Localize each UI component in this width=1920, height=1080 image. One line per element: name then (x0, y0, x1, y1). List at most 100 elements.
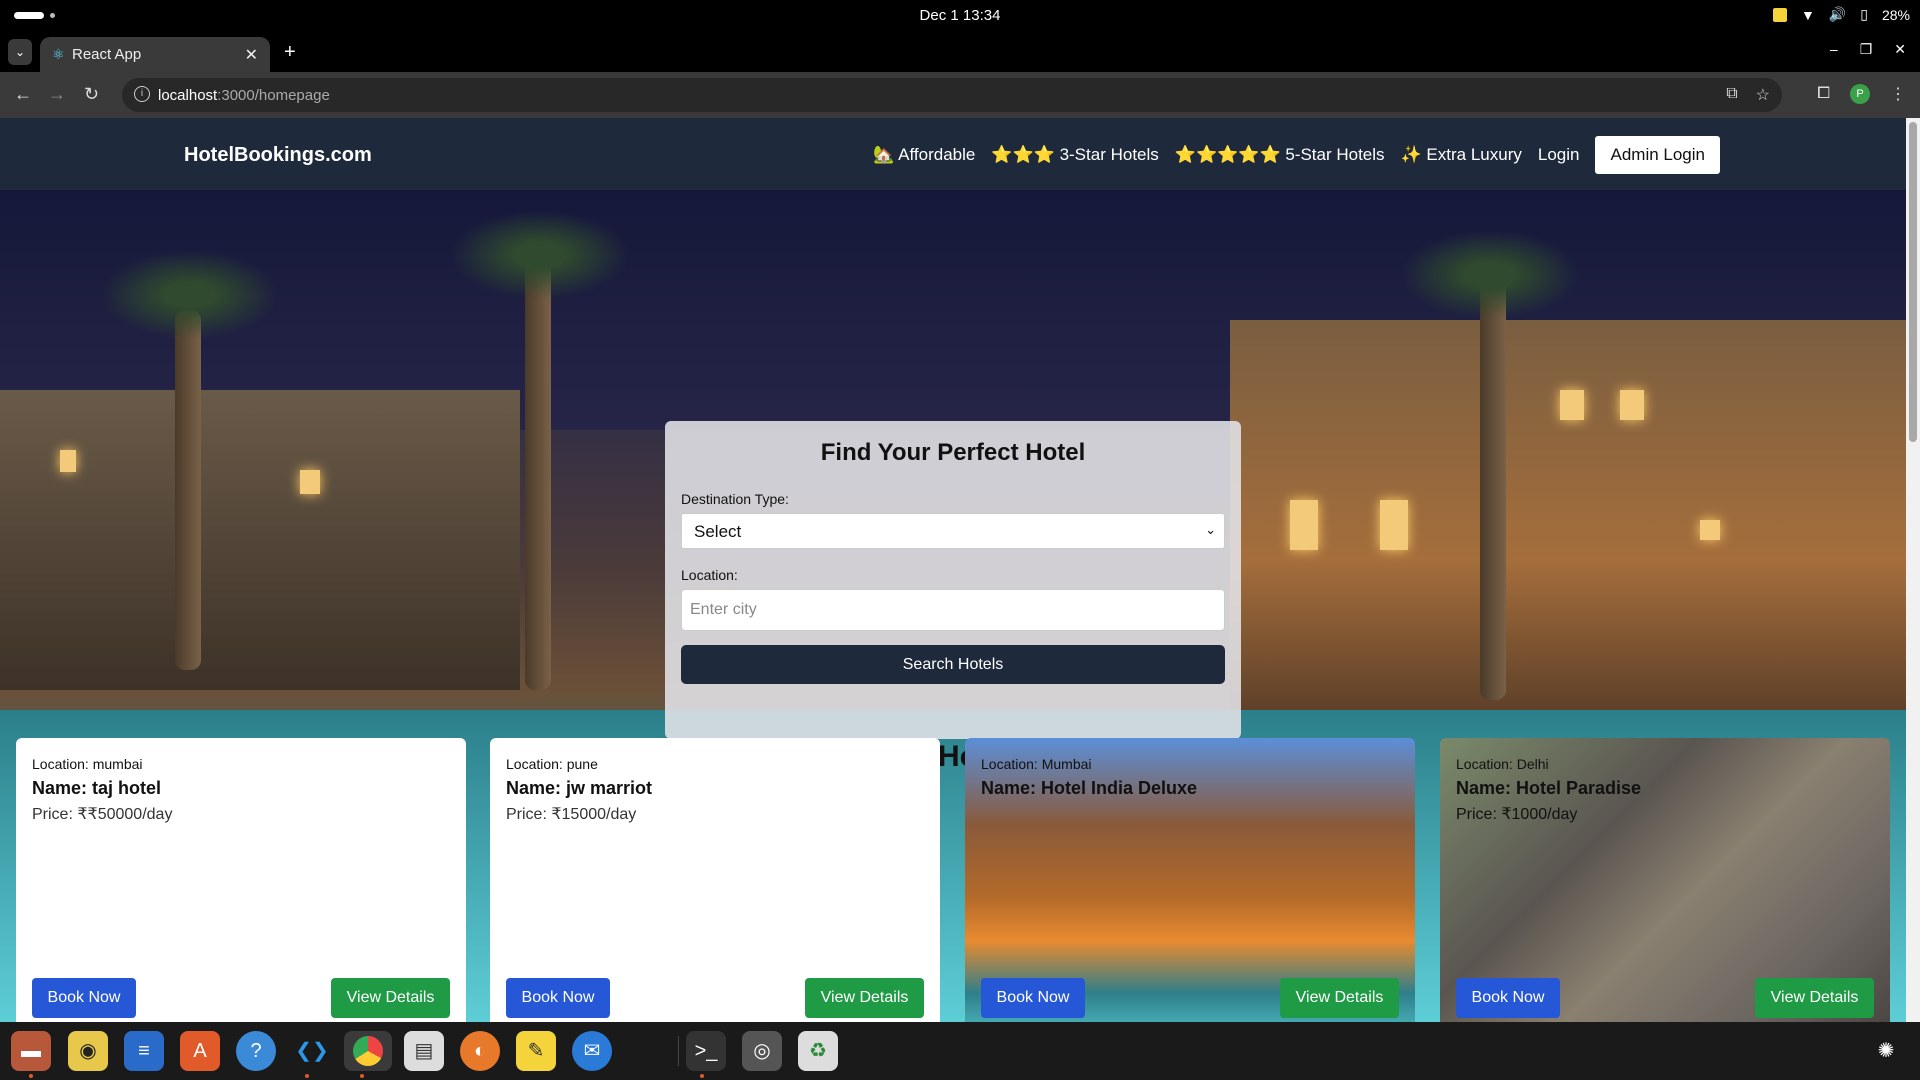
view-details-button[interactable]: View Details (331, 978, 450, 1018)
search-hotels-button[interactable]: Search Hotels (681, 645, 1225, 684)
tab-search-button[interactable]: ⌄ (8, 39, 32, 65)
running-indicator (29, 1074, 33, 1078)
extensions-icon[interactable]: ⧠ (1817, 85, 1830, 103)
view-details-button[interactable]: View Details (1755, 978, 1874, 1018)
help-icon[interactable]: ? (236, 1031, 276, 1071)
hero-light (1560, 390, 1584, 420)
clock[interactable]: Dec 1 13:34 (0, 7, 1920, 24)
book-now-button[interactable]: Book Now (32, 978, 136, 1018)
profile-avatar[interactable]: P (1850, 84, 1870, 104)
nav-extra-luxury[interactable]: ✨ Extra Luxury (1401, 145, 1522, 165)
battery-icon[interactable]: ▯ (1860, 6, 1868, 23)
hotel-name: Name: taj hotel (32, 778, 162, 798)
minimize-icon[interactable]: – (1830, 41, 1838, 58)
writer-icon[interactable]: ≡ (124, 1031, 164, 1071)
taskbar-separator (678, 1036, 679, 1066)
firefox-icon[interactable]: ◐ (460, 1031, 500, 1071)
notes-icon[interactable] (1772, 7, 1787, 22)
hotel-name: Name: jw marriot (506, 778, 653, 798)
hotel-price: Price: ₹1000/day (1456, 806, 1578, 823)
install-app-icon[interactable]: ⧉ (1726, 85, 1737, 105)
chrome-icon[interactable] (344, 1031, 392, 1071)
view-details-button[interactable]: View Details (1280, 978, 1399, 1018)
text-editor-icon[interactable]: ✎ (516, 1031, 556, 1071)
document-viewer-icon[interactable]: ▤ (404, 1031, 444, 1071)
browser-tab-strip: ⌄ ⚛ React App ✕ + – ❐ ✕ (0, 31, 1920, 72)
app-center-icon[interactable]: A (180, 1031, 220, 1071)
address-bar[interactable]: i localhost:3000/homepage ⧉ ☆ (122, 78, 1782, 112)
tab-title: React App (72, 46, 142, 63)
hero-light (1620, 390, 1644, 420)
nav-5-star-hotels[interactable]: ⭐⭐⭐⭐⭐ 5-Star Hotels (1175, 145, 1385, 165)
search-title: Find Your Perfect Hotel (820, 439, 1086, 466)
hero-light (1290, 500, 1318, 550)
destination-type-label: Destination Type: (681, 491, 789, 507)
palm-tree (175, 310, 201, 670)
forward-icon[interactable]: → (48, 84, 66, 105)
tab-close-icon[interactable]: ✕ (245, 45, 258, 65)
palm-frond (450, 210, 630, 300)
trash-icon[interactable]: ♻ (798, 1031, 838, 1071)
browser-tab[interactable]: ⚛ React App ✕ (40, 37, 270, 72)
hero-building-left (0, 390, 520, 690)
wifi-icon[interactable]: ▼ (1801, 7, 1815, 23)
hotel-card: Location: Delhi Name: Hotel Paradise Pri… (1440, 738, 1890, 1022)
terminal-icon[interactable]: >_ (686, 1031, 726, 1071)
disk-icon[interactable]: ◎ (742, 1031, 782, 1071)
restore-icon[interactable]: ❐ (1860, 41, 1873, 58)
nav-login[interactable]: Login (1538, 145, 1580, 165)
hero-light (300, 470, 320, 494)
os-top-bar: Dec 1 13:34 ▼ 🔊 ▯ 28% (0, 0, 1920, 31)
back-icon[interactable]: ← (14, 84, 32, 105)
browser-menu-icon[interactable]: ⋮ (1890, 84, 1906, 104)
search-form-card: Find Your Perfect Hotel Destination Type… (665, 421, 1241, 739)
show-apps-icon[interactable]: ✺ (1866, 1031, 1906, 1071)
files-icon[interactable]: ▬ (11, 1031, 51, 1071)
running-indicator (305, 1074, 309, 1078)
hotel-price: Price: ₹15000/day (506, 806, 637, 823)
running-indicator (700, 1074, 704, 1078)
system-tray[interactable]: ▼ 🔊 ▯ 28% (1772, 6, 1910, 23)
hero-light (60, 450, 76, 472)
site-navbar: HotelBookings.com 🏡 Affordable ⭐⭐⭐ 3-Sta… (0, 118, 1906, 190)
location-input[interactable]: Enter city (681, 589, 1225, 631)
view-details-button[interactable]: View Details (805, 978, 924, 1018)
book-now-button[interactable]: Book Now (1456, 978, 1560, 1018)
book-now-button[interactable]: Book Now (506, 978, 610, 1018)
hotel-name: Name: Hotel India Deluxe (981, 778, 1198, 798)
scrollbar-thumb[interactable] (1909, 122, 1917, 442)
hero-building-right (1230, 320, 1906, 720)
reload-icon[interactable]: ↻ (84, 84, 99, 105)
new-tab-button[interactable]: + (284, 41, 296, 64)
rhythmbox-icon[interactable]: ◉ (68, 1031, 108, 1071)
hotel-location: Location: Mumbai (981, 756, 1092, 772)
admin-login-button[interactable]: Admin Login (1595, 136, 1720, 174)
nav-3-star-hotels[interactable]: ⭐⭐⭐ 3-Star Hotels (991, 145, 1158, 165)
nav-affordable[interactable]: 🏡 Affordable (873, 145, 975, 165)
thunderbird-icon[interactable]: ✉ (572, 1031, 612, 1071)
destination-type-select[interactable]: Select ⌄ (681, 513, 1225, 549)
react-favicon-icon: ⚛ (52, 46, 65, 62)
hero-light (1380, 500, 1408, 550)
hotel-card: Location: mumbai Name: taj hotel Price: … (16, 738, 466, 1022)
battery-level: 28% (1881, 6, 1910, 23)
nav-menu: 🏡 Affordable ⭐⭐⭐ 3-Star Hotels ⭐⭐⭐⭐⭐ 5-S… (873, 136, 1720, 174)
browser-toolbar: ← → ↻ i localhost:3000/homepage ⧉ ☆ ⧠ P … (0, 72, 1920, 118)
url-text[interactable]: localhost:3000/homepage (158, 87, 330, 104)
site-info-icon[interactable]: i (134, 86, 150, 102)
palm-frond (100, 250, 280, 340)
close-window-icon[interactable]: ✕ (1894, 41, 1906, 58)
vscode-icon[interactable]: ❮❯ (292, 1031, 332, 1071)
hero-light (1700, 520, 1720, 540)
page-scrollbar[interactable] (1906, 118, 1920, 1022)
chevron-down-icon: ⌄ (1205, 522, 1216, 537)
page-viewport: HotelBookings.com 🏡 Affordable ⭐⭐⭐ 3-Sta… (0, 118, 1906, 1022)
volume-icon[interactable]: 🔊 (1829, 6, 1846, 23)
palm-frond (1400, 230, 1580, 320)
bookmark-star-icon[interactable]: ☆ (1756, 85, 1770, 105)
book-now-button[interactable]: Book Now (981, 978, 1085, 1018)
hotel-card: Location: pune Name: jw marriot Price: ₹… (490, 738, 940, 1022)
os-taskbar: ▬ ◉ ≡ A ? ❮❯ ▤ ◐ ✎ ✉ >_ ◎ ♻ ✺ (0, 1022, 1920, 1080)
site-brand[interactable]: HotelBookings.com (184, 144, 372, 167)
hotel-location: Location: Delhi (1456, 756, 1549, 772)
